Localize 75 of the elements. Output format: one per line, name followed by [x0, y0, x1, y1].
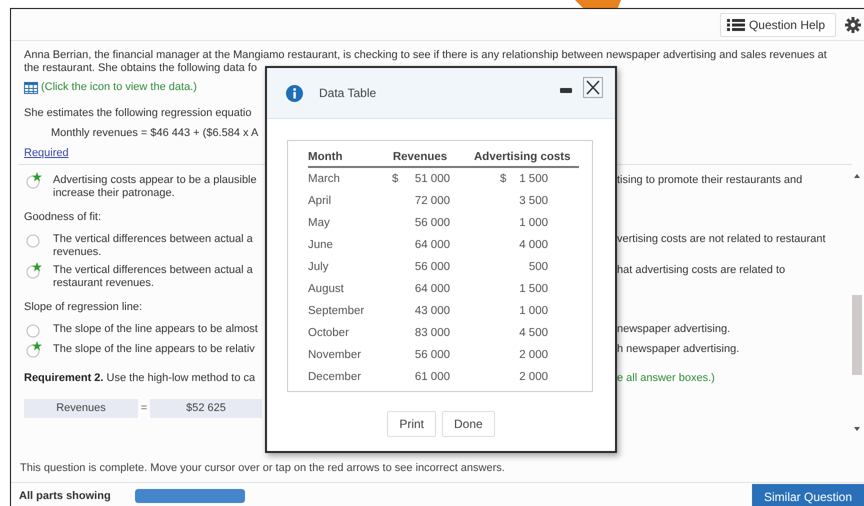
column-header: Advertising costs	[450, 149, 578, 167]
dialog-button[interactable]: Print	[387, 411, 436, 437]
table-cell: 56 000	[414, 217, 450, 229]
equation-intro-text: She estimates the following regression equatio	[24, 107, 252, 120]
answer-option[interactable]: Advertising costs appear to be a plausible increase their patronage.	[53, 174, 257, 200]
scrollbar-thumb[interactable]	[852, 295, 862, 375]
section-heading: Slope of regression line:	[24, 301, 142, 313]
parts-label: All parts showing	[19, 490, 112, 502]
answer-option[interactable]: The slope of the line appears to be almost	[53, 323, 258, 336]
problem-text: Anna Berrian, the financial manager at the Mangiamo restaurant, is checking to see if there is any relationship between newspaper advertising and sales revenues at the restaurant. She obtains the following data fo	[24, 49, 828, 75]
list-icon	[726, 18, 745, 30]
table-cell: 500	[528, 261, 548, 273]
table-cell: 2 000	[519, 371, 548, 383]
table-cell: 1 000	[519, 305, 548, 317]
scroll-down-icon[interactable]	[853, 426, 861, 432]
answer-option[interactable]: The slope of the line appears to be relativ	[53, 343, 255, 356]
required-link[interactable]: Required	[24, 147, 69, 160]
table-cell-text: December	[308, 370, 362, 385]
table-cell-text: November	[308, 348, 362, 363]
answer-option[interactable]: newspaper advertising.	[617, 323, 730, 335]
table-cell: 64 000	[414, 283, 450, 295]
answer-option[interactable]: The vertical differences between actual a restaurant revenues.	[53, 264, 253, 290]
table-cell: 1 500	[519, 283, 548, 295]
similar-question-button[interactable]: Similar Question	[752, 484, 864, 506]
view-data-link[interactable]: (Click the icon to view the data.)	[41, 81, 197, 94]
currency-sign: $	[392, 173, 398, 185]
table-cell: 1 000	[519, 217, 548, 229]
column-header: Month	[308, 149, 384, 167]
info-icon	[286, 84, 303, 102]
answer-option[interactable]: tising to promote their restaurants and	[617, 174, 802, 186]
table-cell: 64 000	[414, 239, 450, 251]
table-icon[interactable]	[24, 82, 38, 94]
table-cell: 56 000	[414, 349, 450, 361]
answer-label: Revenues	[24, 399, 138, 418]
table-cell: 2 000	[519, 349, 548, 361]
requirement-text: Requirement 2. Use the high-low method to ca	[24, 372, 256, 385]
equals-sign: =	[140, 402, 148, 415]
starred-radio-button[interactable]	[26, 341, 44, 358]
close-icon[interactable]	[583, 76, 603, 98]
table-cell-text: September	[308, 304, 366, 319]
starred-radio-button[interactable]	[26, 262, 44, 279]
table-cell: 51 000	[414, 173, 450, 185]
table-cell: 4 500	[519, 327, 548, 339]
dialog-button[interactable]: Done	[442, 411, 495, 437]
table-cell: 56 000	[414, 261, 450, 273]
starred-radio-button[interactable]	[26, 172, 44, 189]
question-help-button[interactable]: Question Help	[720, 12, 836, 36]
answer-option[interactable]: h newspaper advertising.	[617, 343, 740, 355]
section-heading: Goodness of fit:	[24, 211, 102, 223]
table-cell: 61 000	[414, 371, 450, 383]
instruction-text: e all answer boxes.)	[617, 372, 715, 384]
column-header: Revenues	[384, 149, 450, 167]
table-cell-text: August	[308, 282, 345, 297]
table-cell: 4 000	[519, 239, 548, 251]
table-cell: 72 000	[414, 195, 450, 207]
table-cell: 1 500	[519, 173, 548, 185]
table-cell-text: June	[308, 238, 334, 253]
currency-sign: $	[500, 173, 506, 185]
answer-option[interactable]: vertising costs are not related to restaurant	[617, 233, 826, 245]
table-cell-text: May	[308, 216, 331, 231]
table-cell: 43 000	[414, 305, 450, 317]
answer-option[interactable]: The vertical differences between actual a revenues.	[53, 233, 253, 259]
dialog-title: Data Table	[319, 86, 376, 100]
table-cell: March	[308, 167, 384, 190]
table-cell: 3 500	[519, 195, 548, 207]
answer-field[interactable]: $52 625	[150, 399, 262, 418]
status-message: This question is complete. Move your cursor over or tap on the red arrows to see incorrect answers.	[19, 461, 506, 476]
table-cell-text: April	[308, 194, 332, 209]
scroll-up-icon[interactable]	[853, 173, 861, 179]
table-cell-text: October	[308, 326, 350, 341]
answer-option[interactable]: hat advertising costs are related to	[617, 264, 786, 276]
regression-equation: Monthly revenues = $46 443 + ($6.584 x A	[50, 127, 260, 140]
table-cell-text: July	[308, 260, 330, 275]
table-cell: 83 000	[414, 327, 450, 339]
settings-icon[interactable]	[845, 16, 861, 32]
